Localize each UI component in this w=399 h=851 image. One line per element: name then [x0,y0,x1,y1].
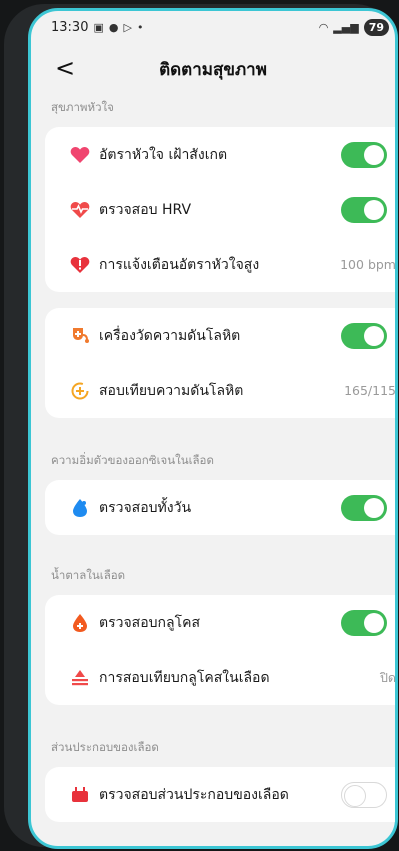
heart-rate-monitor-toggle[interactable] [341,141,387,168]
item-value: 100 bpm [340,257,396,272]
item-value-group: ปิด > [321,668,396,688]
section-label-heart: สุขภาพหัวใจ [51,100,114,114]
section-label-composition: ส่วนประกอบของเลือด [51,740,159,754]
item-label: ตรวจสอบกลูโคส [99,614,201,631]
dot-icon: • [136,20,144,34]
item-label: เครื่องวัดความดันโลหิต [99,327,241,344]
spo2-toggle[interactable] [341,494,387,521]
back-button[interactable]: < [55,55,75,81]
page-title: ติดตามสุขภาพ [159,59,267,80]
item-value: 165/115 [344,383,396,398]
list-item-high-heart-rate-alert[interactable]: การแจ้งเตือนอัตราหัวใจสูง 100 bpm > [45,237,396,292]
section-label-spo2: ความอิ่มตัวของออกซิเจนในเลือด [51,453,214,467]
heart-icon [69,144,91,166]
calibrate-icon [69,380,91,402]
item-label: การสอบเทียบกลูโคสในเลือด [99,669,270,686]
card-composition: ตรวจสอบส่วนประกอบของเลือด [45,767,395,822]
bp-monitor-toggle[interactable] [341,322,387,349]
item-label: อัตราหัวใจ เฝ้าสังเกต [99,146,228,163]
status-time: 13:30 [51,19,89,35]
item-label: ตรวจสอบ HRV [99,201,192,218]
list-item-heart-rate-monitor[interactable]: อัตราหัวใจ เฝ้าสังเกต [45,127,395,182]
phone-screen: 13:30 ▣ ● ▷ • ◠ ▂▄▆ 79 < ติดตามสุขภาพ สุ… [28,8,398,849]
glucose-drop-icon [69,612,91,634]
blood-pressure-icon [69,325,91,347]
status-left: 13:30 ▣ ● ▷ • [51,20,143,35]
blood-composition-icon [69,784,91,806]
item-value-group: 165/115 > [321,381,396,400]
top-bar: < ติดตามสุขภาพ [31,43,395,95]
card-heart: อัตราหัวใจ เฝ้าสังเกต ตรวจสอบ HRV การแจ้… [45,127,396,292]
list-item-composition-monitor[interactable]: ตรวจสอบส่วนประกอบของเลือด [45,767,395,822]
wifi-icon: ◠ [318,20,329,34]
signal-icon: ▂▄▆ [333,20,359,34]
composition-toggle[interactable] [341,781,387,808]
list-item-glucose-monitor[interactable]: ตรวจสอบกลูโคส [45,595,395,650]
list-item-bp-calibration[interactable]: สอบเทียบความดันโลหิต 165/115 > [45,363,396,418]
card-blood-pressure: เครื่องวัดความดันโลหิต สอบเทียบความดันโล… [45,308,396,418]
glucose-calibrate-icon [69,667,91,689]
section-label-glucose: น้ำตาลในเลือด [51,568,126,582]
droplet-icon [69,497,91,519]
card-spo2: ตรวจสอบทั้งวัน [45,480,395,535]
screenshot-icon: ▣ [93,20,104,34]
item-label: ตรวจสอบส่วนประกอบของเลือด [99,786,289,803]
item-label: ตรวจสอบทั้งวัน [99,499,192,516]
play-icon: ▷ [123,20,132,34]
heart-alert-icon [69,254,91,276]
item-value-group: 100 bpm > [321,255,396,274]
list-item-spo2-all-day[interactable]: ตรวจสอบทั้งวัน [45,480,395,535]
glucose-monitor-toggle[interactable] [341,609,387,636]
list-item-hrv[interactable]: ตรวจสอบ HRV [45,182,395,237]
item-value: ปิด [379,669,396,685]
item-label: สอบเทียบความดันโลหิต [99,382,244,399]
item-label: การแจ้งเตือนอัตราหัวใจสูง [99,256,260,273]
list-item-bp-monitor[interactable]: เครื่องวัดความดันโลหิต [45,308,395,363]
status-bar: 13:30 ▣ ● ▷ • ◠ ▂▄▆ 79 [31,11,395,43]
list-item-glucose-calibration[interactable]: การสอบเทียบกลูโคสในเลือด ปิด > [45,650,396,705]
card-glucose: ตรวจสอบกลูโคส การสอบเทียบกลูโคสในเลือด ป… [45,595,396,705]
battery-badge: 79 [363,18,389,36]
hrv-toggle[interactable] [341,196,387,223]
heartbeat-icon [69,199,91,221]
status-right: ◠ ▂▄▆ 79 [318,18,389,36]
facebook-icon: ● [108,20,119,34]
